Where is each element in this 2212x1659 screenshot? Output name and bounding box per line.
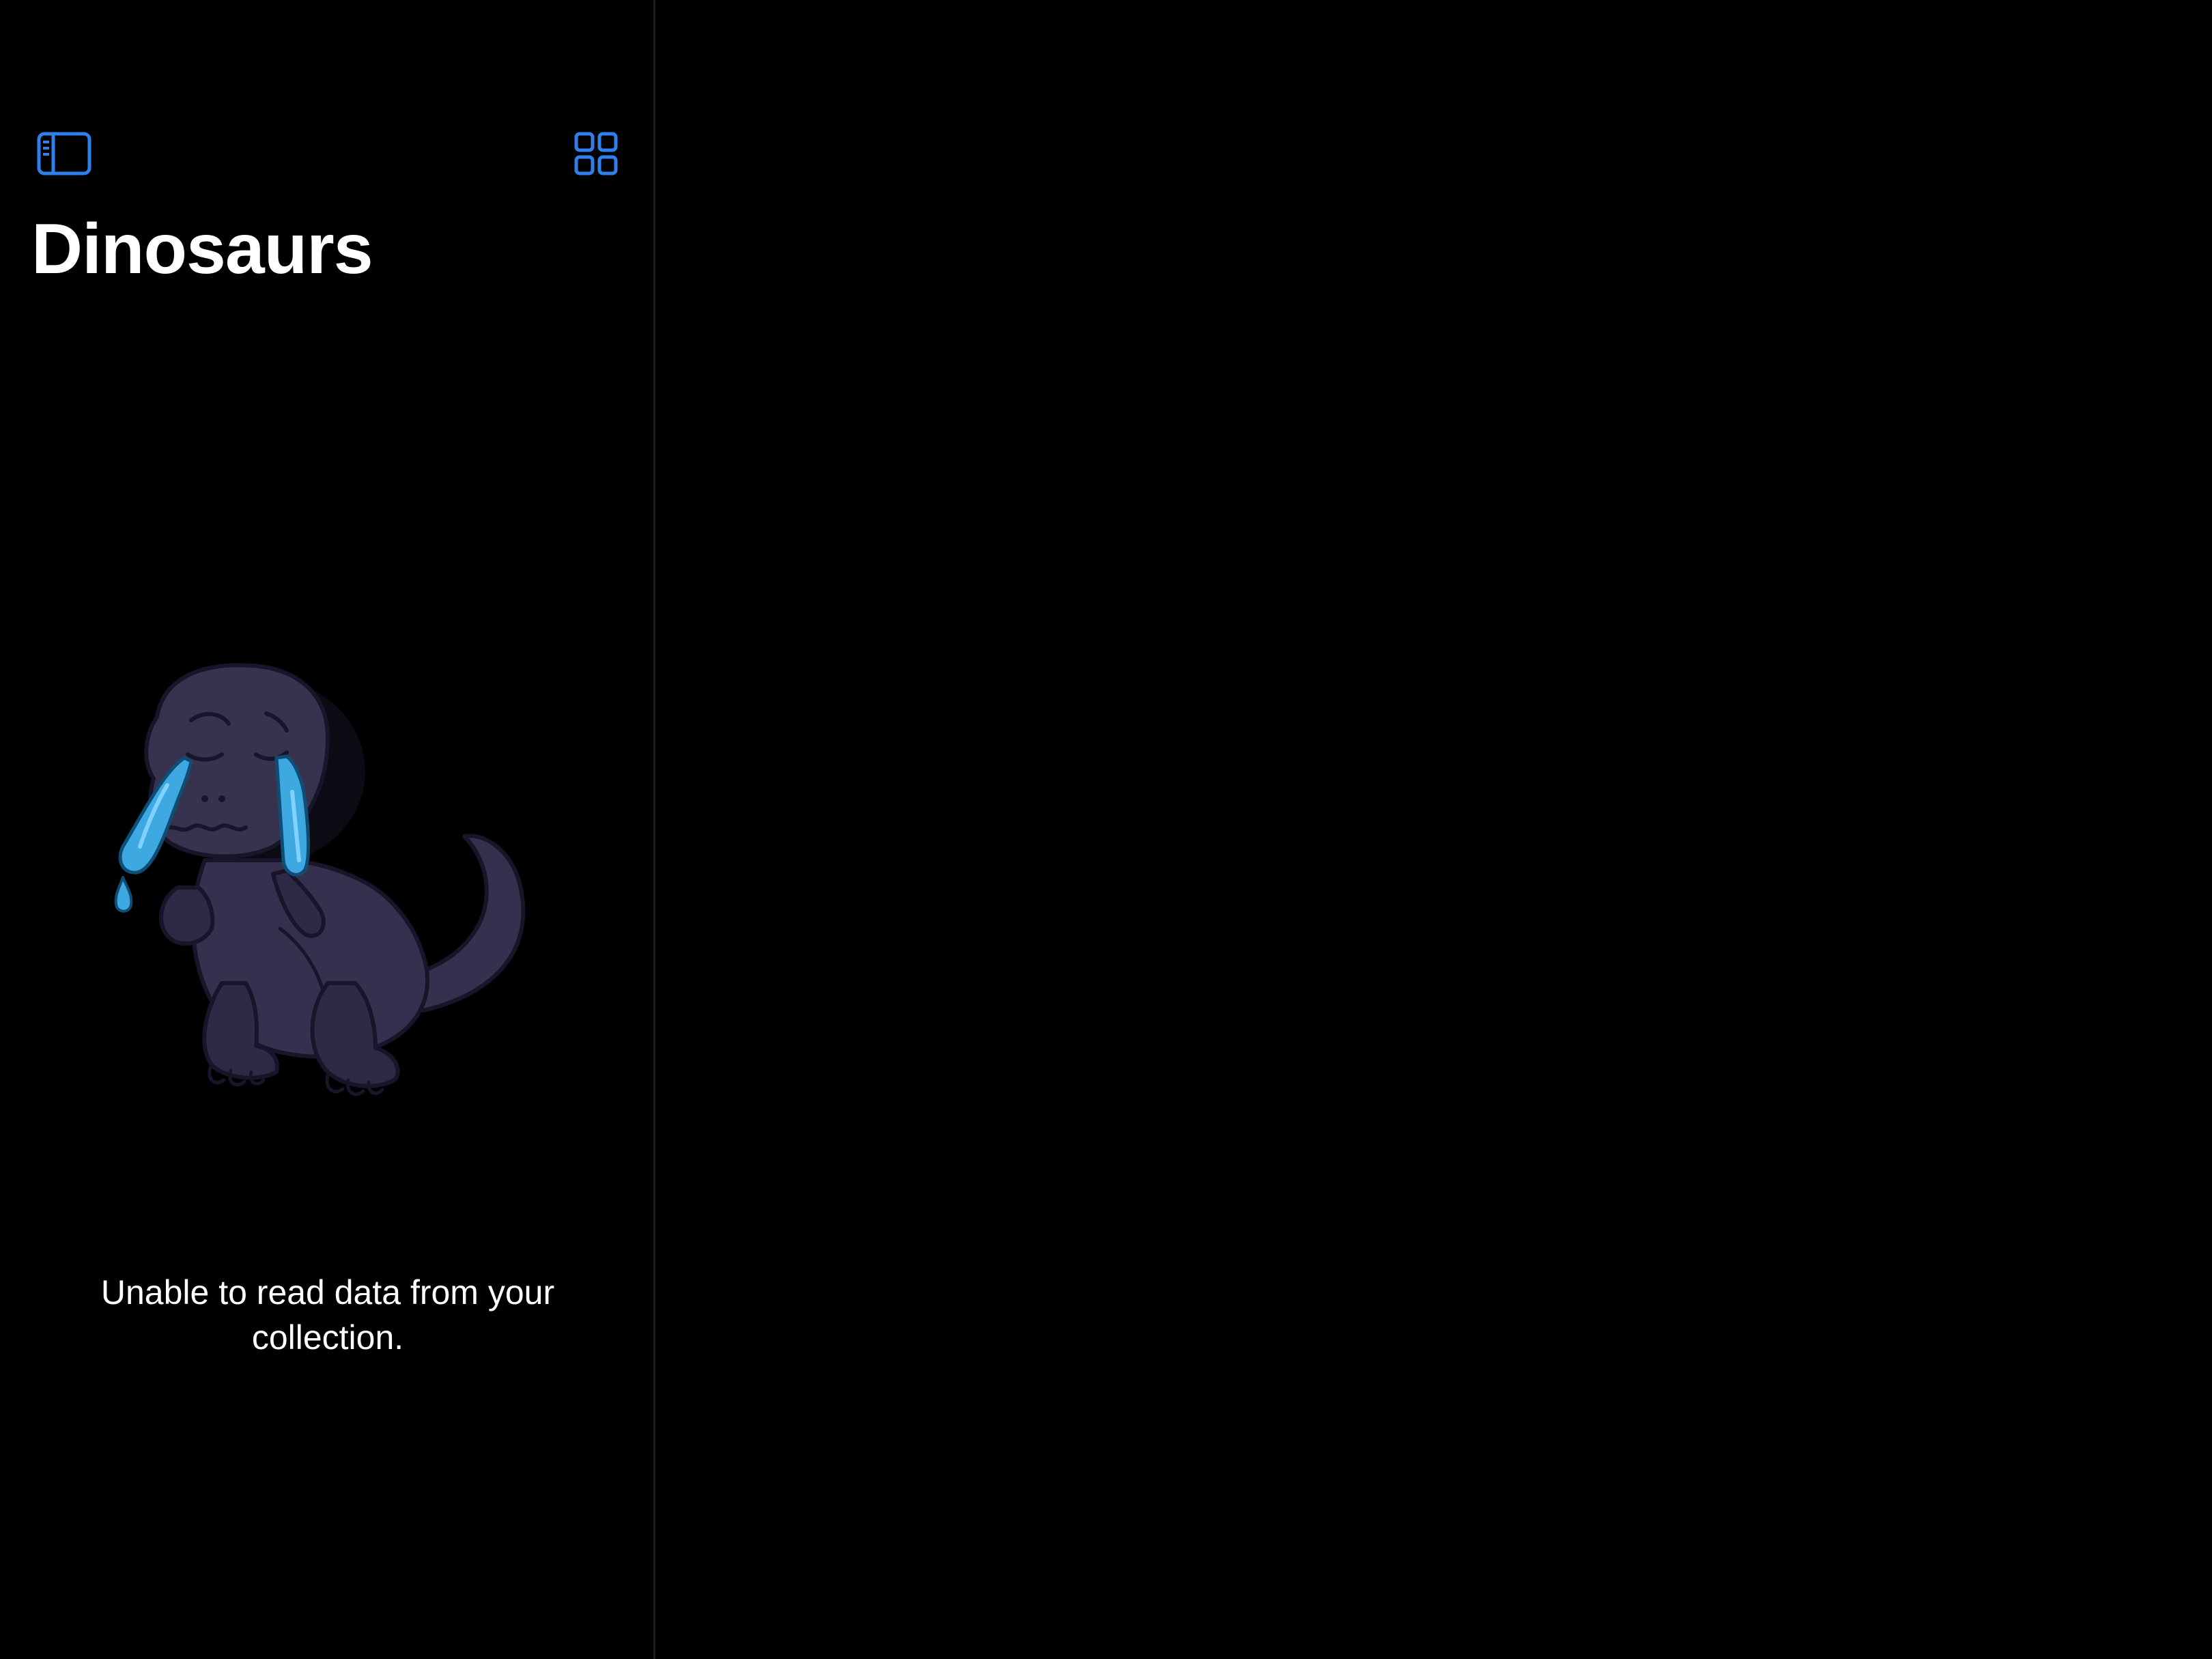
page-title: Dinosaurs — [31, 210, 373, 289]
sidebar-toggle-button[interactable] — [31, 127, 97, 183]
sidebar: Dinosaurs Unable to read data from your … — [0, 0, 653, 1659]
empty-state-message: Unable to read data from your collection… — [100, 1273, 555, 1357]
crying-dinosaur-illustration — [102, 655, 546, 1099]
app-window: Dinosaurs Unable to read data from your … — [0, 0, 2212, 1659]
detail-pane — [655, 0, 2212, 1659]
square-grid-icon — [574, 132, 618, 179]
grid-view-button[interactable] — [568, 127, 624, 183]
sidebar-left-icon — [37, 132, 91, 179]
